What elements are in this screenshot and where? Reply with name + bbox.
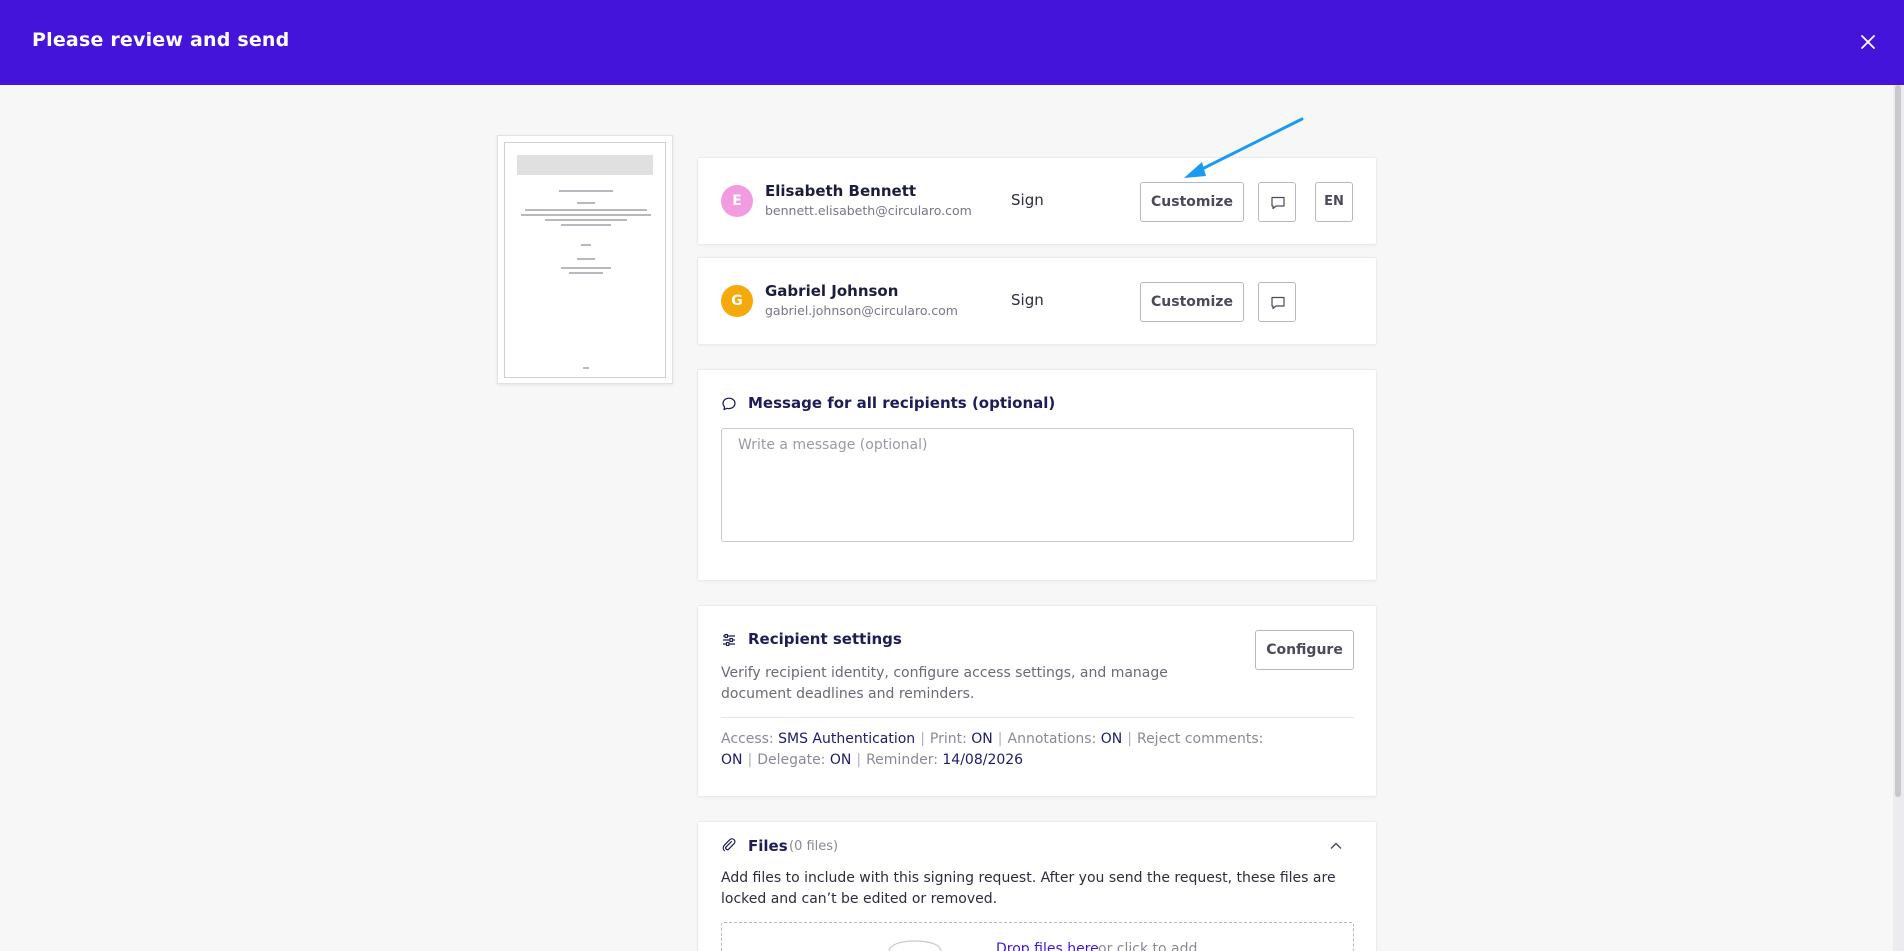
- recipient-message-button[interactable]: [1258, 282, 1296, 322]
- comment-icon: [1271, 196, 1285, 210]
- divider: [721, 717, 1354, 718]
- delegate-label: Delegate:: [757, 752, 826, 768]
- access-value: SMS Authentication: [778, 731, 916, 747]
- recipient-name: Gabriel Johnson: [765, 282, 899, 300]
- close-icon[interactable]: [1856, 30, 1880, 54]
- preview-line: [525, 209, 647, 211]
- message-input[interactable]: [721, 428, 1354, 542]
- comment-icon: [1271, 296, 1285, 310]
- configure-button[interactable]: Configure: [1255, 630, 1354, 670]
- dialog-header: Please review and send: [0, 0, 1904, 85]
- annotations-label: Annotations:: [1007, 731, 1097, 747]
- separator: |: [747, 752, 753, 768]
- preview-line: [583, 367, 589, 369]
- preview-line: [577, 258, 595, 260]
- file-dropzone[interactable]: Drop files here or click to add: [721, 922, 1354, 951]
- recipient-settings-title: Recipient settings: [748, 630, 902, 648]
- sliders-icon: [723, 633, 735, 647]
- scrollbar[interactable]: [1893, 85, 1904, 951]
- delegate-value: ON: [829, 752, 852, 768]
- reject-comments-label: Reject comments:: [1136, 731, 1264, 747]
- avatar: G: [721, 285, 753, 317]
- annotations-value: ON: [1100, 731, 1123, 747]
- message-title: Message for all recipients (optional): [748, 394, 1056, 412]
- preview-line: [577, 202, 595, 204]
- recipient-card: G Gabriel Johnson gabriel.johnson@circul…: [697, 257, 1377, 345]
- drop-files-link[interactable]: Drop files here: [996, 941, 1099, 951]
- files-title: Files: [748, 837, 788, 855]
- document-page-preview: [504, 142, 666, 378]
- separator: |: [1127, 731, 1132, 747]
- avatar: E: [721, 185, 753, 217]
- recipient-email: gabriel.johnson@circularo.com: [765, 303, 958, 318]
- separator: |: [856, 752, 862, 768]
- print-label: Print:: [929, 731, 967, 747]
- document-header-block: [517, 155, 653, 175]
- recipient-name: Elisabeth Bennett: [765, 182, 917, 200]
- access-label: Access:: [721, 731, 774, 747]
- customize-button[interactable]: Customize: [1140, 282, 1244, 322]
- preview-line: [581, 244, 591, 246]
- preview-line: [521, 214, 651, 216]
- preview-line: [559, 190, 613, 192]
- paperclip-icon: [722, 838, 736, 852]
- files-count: (0 files): [789, 839, 839, 854]
- reminder-label: Reminder:: [866, 752, 938, 768]
- files-description: Add files to include with this signing r…: [721, 870, 1336, 907]
- files-card: Files (0 files) Add files to include wit…: [697, 821, 1377, 951]
- separator: |: [920, 731, 925, 747]
- separator: |: [997, 731, 1003, 747]
- upload-cloud-icon: [888, 940, 942, 951]
- preview-line: [545, 219, 627, 221]
- preview-line: [561, 224, 611, 226]
- recipient-email: bennett.elisabeth@circularo.com: [765, 203, 972, 218]
- chat-bubble-icon: [722, 397, 736, 411]
- recipient-message-button[interactable]: [1258, 182, 1296, 222]
- dialog-title: Please review and send: [32, 29, 290, 51]
- preview-line: [561, 267, 611, 269]
- preview-line: [569, 272, 603, 274]
- recipient-role[interactable]: Sign: [1011, 191, 1044, 209]
- recipient-settings-card: Recipient settings Configure Verify reci…: [697, 605, 1377, 797]
- reject-comments-value: ON: [721, 752, 743, 768]
- recipient-settings-description: Verify recipient identity, configure acc…: [721, 665, 1168, 702]
- scrollbar-thumb[interactable]: [1895, 85, 1901, 797]
- recipient-role[interactable]: Sign: [1011, 291, 1044, 309]
- recipient-settings-summary: Access: SMS Authentication | Print: ON | Ann…: [721, 729, 1354, 771]
- message-card: Message for all recipients (optional): [697, 369, 1377, 581]
- chevron-up-icon: [1330, 842, 1342, 849]
- language-button[interactable]: EN: [1315, 182, 1353, 222]
- drop-files-hint: or click to add: [1098, 941, 1198, 951]
- document-thumbnail[interactable]: [497, 135, 673, 384]
- annotation-arrow-icon: [1184, 117, 1304, 178]
- collapse-files-button[interactable]: [1318, 830, 1354, 862]
- customize-button[interactable]: Customize: [1140, 182, 1244, 222]
- reminder-value: 14/08/2026: [942, 752, 1024, 768]
- print-value: ON: [971, 731, 993, 747]
